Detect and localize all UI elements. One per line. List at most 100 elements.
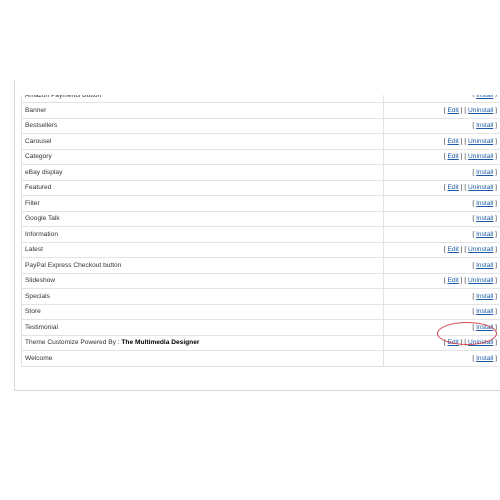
module-name-cell: Latest bbox=[21, 242, 384, 258]
module-actions-cell: [ Install ] bbox=[383, 195, 500, 212]
module-actions: [ Edit ] [ Uninstall ] bbox=[444, 107, 497, 114]
module-name: PayPal Express Checkout button bbox=[25, 261, 122, 269]
edit-link[interactable]: Edit bbox=[447, 153, 458, 160]
module-name: Banner bbox=[25, 106, 47, 114]
module-row-information: Information [ Install ] bbox=[21, 226, 500, 243]
install-link[interactable]: Install bbox=[476, 324, 493, 331]
module-name: Information bbox=[25, 230, 58, 238]
module-name-cell: Banner bbox=[21, 102, 384, 119]
edit-link[interactable]: Edit bbox=[447, 107, 458, 114]
bracket-close: ] bbox=[493, 339, 497, 347]
uninstall-link[interactable]: Uninstall bbox=[468, 277, 493, 284]
uninstall-link[interactable]: Uninstall bbox=[468, 246, 493, 253]
module-actions-cell: [ Install ] bbox=[383, 288, 500, 305]
module-actions-cell: [ Edit ] [ Uninstall ] bbox=[383, 133, 500, 150]
module-name: Google Talk bbox=[25, 215, 60, 223]
install-link[interactable]: Install bbox=[476, 95, 493, 99]
module-table-body: Amazon Payments Button [ Install ] Banner [… bbox=[21, 95, 500, 367]
install-link[interactable]: Install bbox=[476, 200, 493, 207]
install-link[interactable]: Install bbox=[476, 355, 493, 362]
module-name-cell: Testimonial bbox=[21, 319, 384, 336]
uninstall-link[interactable]: Uninstall bbox=[468, 339, 493, 346]
module-name-cell: Amazon Payments Button bbox=[21, 95, 384, 103]
module-actions: [ Install ] bbox=[472, 200, 497, 207]
bracket-close: ] bbox=[493, 323, 497, 331]
install-link[interactable]: Install bbox=[476, 169, 493, 176]
uninstall-link[interactable]: Uninstall bbox=[468, 138, 493, 145]
module-actions: [ Install ] bbox=[472, 355, 497, 362]
module-name-cell: Google Talk bbox=[21, 211, 384, 227]
uninstall-link[interactable]: Uninstall bbox=[468, 153, 493, 160]
module-actions: [ Edit ] [ Uninstall ] bbox=[444, 339, 497, 346]
module-row-welcome: Welcome [ Install ] bbox=[21, 350, 500, 367]
module-row-ebay-display: eBay display [ Install ] bbox=[21, 164, 500, 181]
bracket-close: ] bbox=[493, 184, 497, 192]
module-name: Amazon Payments Button bbox=[25, 95, 102, 99]
module-row-specials: Specials [ Install ] bbox=[21, 288, 500, 305]
module-actions-cell: [ Install ] bbox=[383, 118, 500, 134]
module-actions-cell: [ Edit ] [ Uninstall ] bbox=[383, 180, 500, 196]
module-name-cell: Slideshow bbox=[21, 273, 384, 289]
module-actions-cell: [ Edit ] [ Uninstall ] bbox=[383, 335, 500, 351]
module-row-testimonial: Testimonial [ Install ] bbox=[21, 319, 500, 336]
edit-link[interactable]: Edit bbox=[447, 246, 458, 253]
edit-link[interactable]: Edit bbox=[447, 138, 458, 145]
module-actions-cell: [ Install ] bbox=[383, 211, 500, 227]
bracket-close: ] bbox=[493, 122, 497, 130]
install-link[interactable]: Install bbox=[476, 262, 493, 269]
module-row-theme-customize-powered-by: Theme Customize Powered By : The Multime… bbox=[21, 335, 500, 351]
install-link[interactable]: Install bbox=[476, 308, 493, 315]
module-name: Carousel bbox=[25, 137, 52, 145]
install-link[interactable]: Install bbox=[476, 293, 493, 300]
module-actions: [ Install ] bbox=[472, 231, 497, 238]
bracket-close: ] bbox=[493, 230, 497, 238]
bracket-close: ] bbox=[493, 246, 497, 254]
install-link[interactable]: Install bbox=[476, 231, 493, 238]
module-name-cell: Carousel bbox=[21, 133, 384, 150]
module-name-cell: Welcome bbox=[21, 350, 384, 367]
module-list-panel: Amazon Payments Button [ Install ] Banner [… bbox=[14, 80, 500, 391]
edit-link[interactable]: Edit bbox=[447, 339, 458, 346]
install-link[interactable]: Install bbox=[476, 215, 493, 222]
bracket-close: ] bbox=[493, 292, 497, 300]
module-name: eBay display bbox=[25, 168, 63, 176]
module-actions-cell: [ Edit ] [ Uninstall ] bbox=[383, 242, 500, 258]
module-name: Filter bbox=[25, 199, 40, 207]
module-row-amazon-payments-button: Amazon Payments Button [ Install ] bbox=[21, 95, 500, 103]
module-actions-cell: [ Install ] bbox=[383, 304, 500, 320]
module-actions-cell: [ Install ] bbox=[383, 319, 500, 336]
module-name-cell: Specials bbox=[21, 288, 384, 305]
module-row-store: Store [ Install ] bbox=[21, 304, 500, 320]
screenshot-viewport: Amazon Payments Button [ Install ] Banner [… bbox=[0, 0, 500, 500]
install-link[interactable]: Install bbox=[476, 122, 493, 129]
bracket-close: ] bbox=[493, 308, 497, 316]
module-actions: [ Install ] bbox=[472, 324, 497, 331]
module-row-google-talk: Google Talk [ Install ] bbox=[21, 211, 500, 227]
bracket-close: ] bbox=[493, 261, 497, 269]
bracket-close: ] bbox=[458, 184, 463, 192]
module-actions-cell: [ Edit ] [ Uninstall ] bbox=[383, 273, 500, 289]
bracket-close: ] bbox=[458, 246, 463, 254]
module-name: Theme Customize Powered By : bbox=[25, 339, 120, 347]
module-brand-name: The Multimedia Designer bbox=[121, 339, 200, 347]
bracket-close: ] bbox=[458, 137, 463, 145]
module-row-banner: Banner [ Edit ] [ Uninstall ] bbox=[21, 102, 500, 119]
module-name-cell: Bestsellers bbox=[21, 118, 384, 134]
module-actions-cell: [ Install ] bbox=[383, 95, 500, 103]
module-actions-cell: [ Edit ] [ Uninstall ] bbox=[383, 102, 500, 119]
uninstall-link[interactable]: Uninstall bbox=[468, 107, 493, 114]
edit-link[interactable]: Edit bbox=[447, 184, 458, 191]
bracket-close: ] bbox=[458, 277, 463, 285]
module-actions-cell: [ Install ] bbox=[383, 164, 500, 181]
module-actions: [ Install ] bbox=[472, 215, 497, 222]
bracket-open: [ bbox=[472, 95, 476, 97]
uninstall-link[interactable]: Uninstall bbox=[468, 184, 493, 191]
edit-link[interactable]: Edit bbox=[447, 277, 458, 284]
bracket-close: ] bbox=[493, 277, 497, 285]
module-row-filter: Filter [ Install ] bbox=[21, 195, 500, 212]
module-name-cell: Category bbox=[21, 149, 384, 165]
module-row-bestsellers: Bestsellers [ Install ] bbox=[21, 118, 500, 134]
module-actions: [ Install ] bbox=[472, 293, 497, 300]
module-actions: [ Install ] bbox=[472, 308, 497, 315]
module-name: Latest bbox=[25, 246, 43, 254]
